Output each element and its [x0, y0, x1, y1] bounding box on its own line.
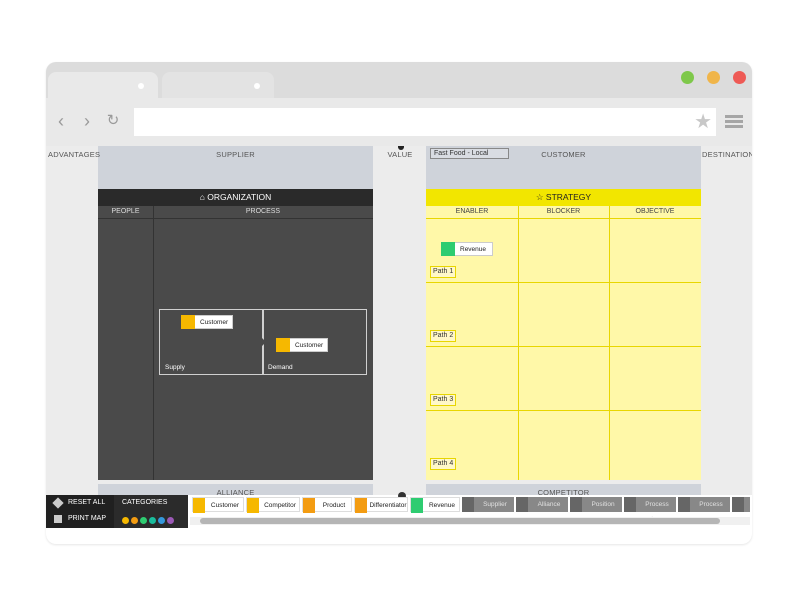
path-3-label[interactable]: Path 3: [430, 394, 457, 406]
path-2-label[interactable]: Path 2: [430, 330, 457, 342]
divider: [609, 206, 610, 480]
action-panel: RESET ALL PRINT MAP: [46, 495, 114, 528]
address-bar[interactable]: ★: [134, 108, 716, 136]
supplier-icon: [462, 497, 474, 512]
chip-competitor[interactable]: Competitor: [246, 497, 300, 513]
strategy-title: STRATEGY: [545, 192, 592, 202]
star-icon: ☆: [535, 192, 544, 202]
categories-panel: CATEGORIES: [114, 495, 188, 528]
chip-more[interactable]: [732, 497, 750, 512]
browser-window: ‹ › ↻ ★ ADVANTAGES SUPPLIER VALUE CUSTOM…: [46, 62, 752, 544]
process-area-icon: [624, 497, 636, 512]
divider: [98, 218, 373, 219]
browser-toolbar: ‹ › ↻ ★: [46, 98, 752, 146]
bottom-toolbar: RESET ALL PRINT MAP CATEGORIES Customer …: [46, 492, 752, 544]
product-icon: [303, 498, 315, 513]
divider: [153, 206, 154, 480]
divider: [426, 282, 701, 283]
menu-icon[interactable]: [725, 115, 743, 129]
chip-customer[interactable]: Customer: [192, 497, 244, 513]
window-minimize-icon[interactable]: [707, 71, 720, 84]
people-column-header: PEOPLE: [111, 208, 140, 215]
alliance-icon: [516, 497, 528, 512]
category-dot[interactable]: [149, 517, 156, 524]
chip-revenue[interactable]: Revenue: [410, 497, 460, 513]
window-close-icon[interactable]: [733, 71, 746, 84]
strategy-panel: ☆ STRATEGY ENABLER BLOCKER OBJECTIVE Rev…: [426, 189, 701, 480]
revenue-card[interactable]: Revenue: [441, 242, 493, 256]
customer-icon: [181, 315, 195, 329]
more-icon: [732, 497, 744, 512]
chip-supplier[interactable]: Supplier: [462, 497, 514, 512]
bookmark-star-icon[interactable]: ★: [694, 111, 712, 133]
revenue-icon: [441, 242, 455, 256]
eye-icon: [247, 498, 259, 513]
demand-label: Demand: [268, 364, 293, 371]
reload-icon[interactable]: ↻: [104, 111, 122, 131]
revenue-icon: [411, 498, 423, 513]
differentiator-icon: [355, 498, 367, 513]
chip-process[interactable]: Process: [678, 497, 730, 512]
divider: [426, 346, 701, 347]
tab-dot-icon: [138, 83, 144, 89]
path-4-label[interactable]: Path 4: [430, 458, 457, 470]
chip-position[interactable]: Position: [570, 497, 622, 512]
print-map-button[interactable]: PRINT MAP: [46, 511, 114, 527]
search-field[interactable]: Fast Food - Local: [430, 148, 509, 159]
organization-panel: ⌂ ORGANIZATION PEOPLE PROCESS Supply Dem…: [98, 189, 373, 480]
chip-alliance[interactable]: Alliance: [516, 497, 568, 512]
customer-card[interactable]: Customer: [276, 338, 328, 352]
customer-icon: [276, 338, 290, 352]
reset-all-button[interactable]: RESET ALL: [46, 495, 114, 511]
organization-title: ORGANIZATION: [207, 192, 272, 202]
flow-arrow-icon: [260, 336, 266, 348]
destination-label: DESTINATION: [702, 150, 752, 159]
customer-icon: [193, 498, 205, 513]
scrollbar-thumb[interactable]: [200, 518, 720, 524]
browser-tab-2[interactable]: [162, 72, 274, 98]
strategy-header: ☆ STRATEGY: [426, 189, 701, 206]
process-column-header: PROCESS: [245, 208, 281, 215]
forward-icon[interactable]: ›: [78, 111, 96, 131]
browser-tab-1[interactable]: [48, 72, 158, 98]
divider: [426, 218, 701, 219]
blocker-column-header: BLOCKER: [546, 208, 581, 215]
divider: [426, 410, 701, 411]
process-icon: [678, 497, 690, 512]
supplier-label: SUPPLIER: [216, 150, 255, 159]
category-dot[interactable]: [158, 517, 165, 524]
category-dot[interactable]: [131, 517, 138, 524]
page-content: ADVANTAGES SUPPLIER VALUE CUSTOMER DESTI…: [46, 146, 752, 544]
advantages-label: ADVANTAGES: [48, 150, 101, 159]
organization-header: ⌂ ORGANIZATION: [98, 189, 373, 206]
divider: [518, 206, 519, 480]
tab-dot-icon: [254, 83, 260, 89]
eraser-icon: [52, 497, 64, 509]
chip-process-area[interactable]: Process Area: [624, 497, 676, 523]
position-icon: [570, 497, 582, 512]
home-icon: ⌂: [199, 192, 205, 202]
path-1-label[interactable]: Path 1: [430, 266, 457, 278]
value-label: VALUE: [387, 150, 413, 159]
horizontal-scrollbar[interactable]: [190, 517, 750, 525]
supply-label: Supply: [165, 364, 185, 371]
chip-product[interactable]: Product: [302, 497, 352, 513]
objective-column-header: OBJECTIVE: [635, 208, 675, 215]
category-dot[interactable]: [122, 517, 129, 524]
customer-card[interactable]: Customer: [181, 315, 233, 329]
window-maximize-icon[interactable]: [681, 71, 694, 84]
category-dot[interactable]: [140, 517, 147, 524]
printer-icon: [54, 515, 62, 523]
chip-differentiator[interactable]: Differentiator: [354, 497, 408, 513]
back-icon[interactable]: ‹: [52, 111, 70, 131]
category-dot[interactable]: [167, 517, 174, 524]
categories-label: CATEGORIES: [122, 499, 168, 506]
enabler-column-header: ENABLER: [455, 208, 489, 215]
